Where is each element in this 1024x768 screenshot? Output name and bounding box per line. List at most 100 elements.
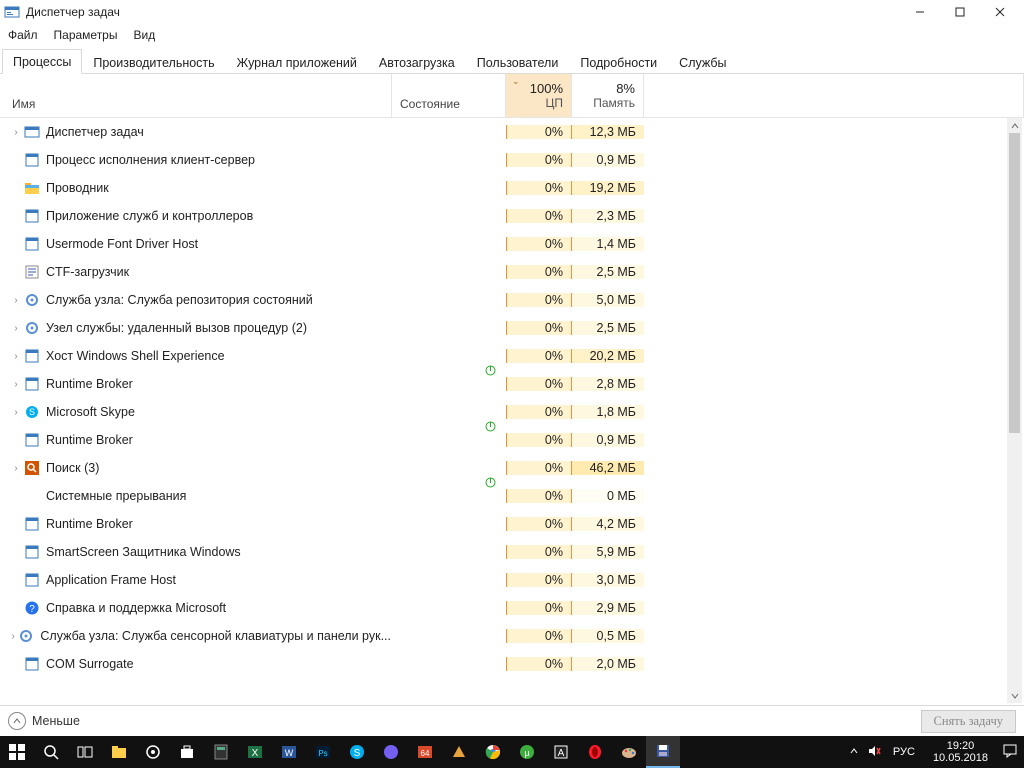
taskmgr-icon <box>24 124 40 140</box>
table-row[interactable]: Runtime Broker0%0,9 МБ <box>0 426 1024 454</box>
taskbar-app-utorrent[interactable]: µ <box>510 736 544 768</box>
taskbar-app-skype[interactable]: S <box>340 736 374 768</box>
task-view-icon[interactable] <box>68 736 102 768</box>
table-row[interactable]: ›Служба узла: Служба сенсорной клавиатур… <box>0 622 1024 650</box>
table-row[interactable]: Системные прерывания0%0 МБ <box>0 482 1024 510</box>
maximize-button[interactable] <box>940 0 980 24</box>
minimize-button[interactable] <box>900 0 940 24</box>
expand-chevron-icon[interactable]: › <box>10 407 22 418</box>
cell-cpu: 0% <box>506 489 572 503</box>
scroll-up-icon[interactable] <box>1007 118 1022 133</box>
taskbar-app-settings[interactable] <box>136 736 170 768</box>
tab-app-history[interactable]: Журнал приложений <box>226 50 368 74</box>
process-name: Справка и поддержка Microsoft <box>46 601 226 615</box>
fewer-details-label: Меньше <box>32 714 80 728</box>
cell-name: ›Диспетчер задач <box>0 124 392 140</box>
cell-cpu: 0% <box>506 209 572 223</box>
tray-chevron-up-icon[interactable] <box>849 746 859 759</box>
expand-chevron-icon[interactable]: › <box>10 631 16 642</box>
cell-memory: 4,2 МБ <box>572 517 644 531</box>
tray-clock[interactable]: 19:20 10.05.2018 <box>927 740 994 764</box>
expand-chevron-icon[interactable]: › <box>10 295 22 306</box>
table-row[interactable]: ›Хост Windows Shell Experience0%20,2 МБ <box>0 342 1024 370</box>
table-row[interactable]: Проводник0%19,2 МБ <box>0 174 1024 202</box>
table-row[interactable]: ›Поиск (3)0%46,2 МБ <box>0 454 1024 482</box>
start-button[interactable] <box>0 736 34 768</box>
table-row[interactable]: Приложение служб и контроллеров0%2,3 МБ <box>0 202 1024 230</box>
cell-memory: 46,2 МБ <box>572 461 644 475</box>
table-row[interactable]: ›Диспетчер задач0%12,3 МБ <box>0 118 1024 146</box>
vertical-scrollbar[interactable] <box>1007 118 1022 703</box>
taskbar-app-aida64[interactable]: 64 <box>408 736 442 768</box>
table-row[interactable]: Usermode Font Driver Host0%1,4 МБ <box>0 230 1024 258</box>
tab-startup[interactable]: Автозагрузка <box>368 50 466 74</box>
table-row[interactable]: ›Runtime Broker0%2,8 МБ <box>0 370 1024 398</box>
column-memory[interactable]: 8% Память <box>572 74 644 117</box>
table-row[interactable]: ›Узел службы: удаленный вызов процедур (… <box>0 314 1024 342</box>
expand-chevron-icon[interactable]: › <box>10 323 22 334</box>
taskbar-app-store[interactable] <box>170 736 204 768</box>
table-row[interactable]: SmartScreen Защитника Windows0%5,9 МБ <box>0 538 1024 566</box>
menu-options[interactable]: Параметры <box>54 28 118 42</box>
cell-memory: 2,5 МБ <box>572 265 644 279</box>
cell-cpu: 0% <box>506 349 572 363</box>
system-tray[interactable]: РУС 19:20 10.05.2018 <box>843 740 1024 764</box>
table-row[interactable]: ›SMicrosoft Skype0%1,8 МБ <box>0 398 1024 426</box>
cell-name: Usermode Font Driver Host <box>0 236 392 252</box>
cell-name: Runtime Broker <box>0 432 392 448</box>
process-name: COM Surrogate <box>46 657 134 671</box>
table-row[interactable]: Процесс исполнения клиент-сервер0%0,9 МБ <box>0 146 1024 174</box>
tray-language[interactable]: РУС <box>889 746 919 758</box>
taskbar-app-photoshop[interactable]: Ps <box>306 736 340 768</box>
column-cpu[interactable]: ⌄ 100% ЦП <box>506 74 572 117</box>
expand-chevron-icon[interactable]: › <box>10 463 22 474</box>
expand-chevron-icon[interactable]: › <box>10 379 22 390</box>
table-row[interactable]: ?Справка и поддержка Microsoft0%2,9 МБ <box>0 594 1024 622</box>
taskbar-app-explorer[interactable] <box>102 736 136 768</box>
taskbar-app-word[interactable]: W <box>272 736 306 768</box>
taskbar-app-generic2[interactable]: A <box>544 736 578 768</box>
tray-volume-icon[interactable] <box>867 744 881 761</box>
end-task-button[interactable]: Снять задачу <box>921 710 1017 733</box>
taskbar-app-calculator[interactable] <box>204 736 238 768</box>
cell-memory: 0,9 МБ <box>572 153 644 167</box>
cell-name: ›Служба узла: Служба репозитория состоян… <box>0 292 392 308</box>
table-row[interactable]: Application Frame Host0%3,0 МБ <box>0 566 1024 594</box>
menu-view[interactable]: Вид <box>133 28 155 42</box>
tab-performance[interactable]: Производительность <box>82 50 225 74</box>
tab-services[interactable]: Службы <box>668 50 737 74</box>
close-button[interactable] <box>980 0 1020 24</box>
tray-notifications-icon[interactable] <box>1002 743 1018 762</box>
table-row[interactable]: CTF-загрузчик0%2,5 МБ <box>0 258 1024 286</box>
table-row[interactable]: ›Служба узла: Служба репозитория состоян… <box>0 286 1024 314</box>
taskbar-app-viber[interactable] <box>374 736 408 768</box>
table-row[interactable]: Runtime Broker0%4,2 МБ <box>0 510 1024 538</box>
process-name: Runtime Broker <box>46 433 133 447</box>
tab-details[interactable]: Подробности <box>569 50 668 74</box>
cell-cpu: 0% <box>506 433 572 447</box>
taskbar-app-generic1[interactable] <box>442 736 476 768</box>
generic-icon <box>24 376 40 392</box>
cell-cpu: 0% <box>506 377 572 391</box>
expand-chevron-icon[interactable]: › <box>10 127 22 138</box>
fewer-details-toggle[interactable]: Меньше <box>8 712 80 730</box>
scroll-thumb[interactable] <box>1009 133 1020 433</box>
tab-users[interactable]: Пользователи <box>466 50 570 74</box>
tab-processes[interactable]: Процессы <box>2 49 82 74</box>
taskbar-app-paint[interactable] <box>612 736 646 768</box>
column-status[interactable]: Состояние <box>392 74 506 117</box>
svg-text:Ps: Ps <box>318 749 327 758</box>
taskbar-app-excel[interactable]: X <box>238 736 272 768</box>
column-name[interactable]: Имя <box>0 74 392 117</box>
taskbar-search-icon[interactable] <box>34 736 68 768</box>
cell-memory: 3,0 МБ <box>572 573 644 587</box>
taskbar-app-chrome[interactable] <box>476 736 510 768</box>
expand-chevron-icon[interactable]: › <box>10 351 22 362</box>
taskbar-app-opera[interactable] <box>578 736 612 768</box>
cell-name: ›Хост Windows Shell Experience <box>0 348 392 364</box>
scroll-down-icon[interactable] <box>1007 688 1022 703</box>
cell-name: Системные прерывания <box>0 488 392 504</box>
taskbar-app-save[interactable] <box>646 736 680 768</box>
menu-file[interactable]: Файл <box>8 28 38 42</box>
table-row[interactable]: COM Surrogate0%2,0 МБ <box>0 650 1024 678</box>
